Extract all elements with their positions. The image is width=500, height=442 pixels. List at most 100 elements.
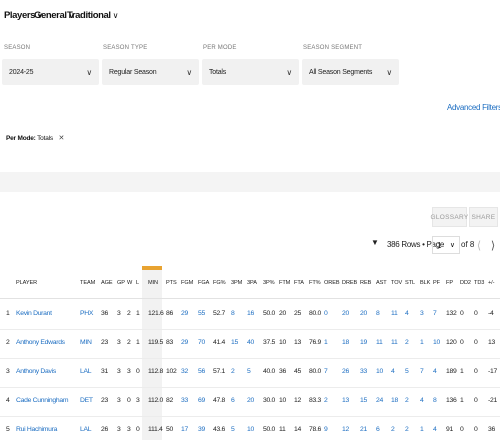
cell-blk[interactable]: 3: [420, 310, 424, 317]
column-header-dd2[interactable]: DD2: [460, 280, 471, 286]
filter-icon[interactable]: ▼: [371, 238, 379, 247]
cell-ast[interactable]: 10: [376, 368, 383, 375]
cell-player[interactable]: Anthony Edwards: [16, 339, 65, 346]
cell-team[interactable]: LAL: [80, 426, 92, 433]
cell-fgm[interactable]: 32: [181, 368, 188, 375]
cell-fgm[interactable]: 29: [181, 310, 188, 317]
column-header-fgm[interactable]: FGM: [181, 280, 193, 286]
cell-fga[interactable]: 70: [198, 339, 205, 346]
column-header-blk[interactable]: BLK: [420, 280, 430, 286]
cell-tov[interactable]: 11: [391, 310, 398, 317]
cell-stl[interactable]: 2: [405, 339, 409, 346]
cell-oreb[interactable]: 1: [324, 339, 328, 346]
cell-3pa[interactable]: 20: [247, 397, 254, 404]
column-header-dreb[interactable]: DREB: [342, 280, 357, 286]
column-header-fp[interactable]: FP: [446, 280, 453, 286]
cell-blk[interactable]: 4: [420, 397, 424, 404]
cell-player[interactable]: Rui Hachimura: [16, 426, 57, 433]
column-header-oreb[interactable]: OREB: [324, 280, 340, 286]
column-header-age[interactable]: AGE: [101, 280, 113, 286]
cell-oreb[interactable]: 9: [324, 426, 328, 433]
column-header-plus-minus[interactable]: +/-: [488, 280, 494, 286]
cell-stl[interactable]: 5: [405, 368, 409, 375]
cell-ast[interactable]: 8: [376, 310, 380, 317]
column-header-team[interactable]: TEAM: [80, 280, 95, 286]
cell-team[interactable]: DET: [80, 397, 93, 404]
cell-tov[interactable]: 11: [391, 339, 398, 346]
cell-3pm[interactable]: 6: [231, 397, 235, 404]
per-mode-select[interactable]: Totals ∨: [202, 59, 299, 85]
cell-3pm[interactable]: 5: [231, 426, 235, 433]
cell-player[interactable]: Cade Cunningham: [16, 397, 68, 404]
cell-team[interactable]: MIN: [80, 339, 92, 346]
cell-reb[interactable]: 33: [360, 368, 367, 375]
cell-3pm[interactable]: 15: [231, 339, 238, 346]
column-header-l[interactable]: L: [136, 280, 139, 286]
season-select[interactable]: 2024-25 ∨: [2, 59, 99, 85]
cell-3pa[interactable]: 16: [247, 310, 254, 317]
cell-oreb[interactable]: 2: [324, 397, 328, 404]
advanced-filters-link[interactable]: Advanced Filters∨: [447, 103, 500, 112]
cell-tov[interactable]: 2: [391, 426, 395, 433]
column-header-fta[interactable]: FTA: [294, 280, 304, 286]
cell-fga[interactable]: 55: [198, 310, 205, 317]
close-icon[interactable]: ✕: [59, 135, 65, 142]
cell-fgm[interactable]: 29: [181, 339, 188, 346]
cell-reb[interactable]: 19: [360, 339, 367, 346]
column-header-3pm[interactable]: 3PM: [231, 280, 242, 286]
column-header-ft-pct[interactable]: FT%: [309, 280, 321, 286]
season-segment-select[interactable]: All Season Segments ∨: [302, 59, 399, 85]
cell-fga[interactable]: 69: [198, 397, 205, 404]
cell-oreb[interactable]: 7: [324, 368, 328, 375]
cell-reb[interactable]: 15: [360, 397, 367, 404]
cell-player[interactable]: Anthony Davis: [16, 368, 56, 375]
cell-ast[interactable]: 6: [376, 426, 380, 433]
season-type-select[interactable]: Regular Season ∨: [102, 59, 199, 85]
page-select[interactable]: 1 ∨: [432, 236, 460, 254]
cell-tov[interactable]: 18: [391, 397, 398, 404]
cell-dreb[interactable]: 12: [342, 426, 349, 433]
cell-fga[interactable]: 56: [198, 368, 205, 375]
cell-pf[interactable]: 4: [433, 368, 437, 375]
cell-3pm[interactable]: 8: [231, 310, 235, 317]
table-row[interactable]: 5 Rui Hachimura LAL 26 3 3 0 111.4 50 17 39 43.6 5 10…: [0, 422, 500, 442]
cell-reb[interactable]: 21: [360, 426, 367, 433]
column-header-stl[interactable]: STL: [405, 280, 415, 286]
cell-3pa[interactable]: 5: [247, 368, 251, 375]
next-page-button[interactable]: ⟩: [486, 236, 500, 254]
cell-tov[interactable]: 4: [391, 368, 395, 375]
cell-3pa[interactable]: 10: [247, 426, 254, 433]
column-header-3p-pct[interactable]: 3P%: [263, 280, 275, 286]
cell-pf[interactable]: 10: [433, 339, 440, 346]
cell-fgm[interactable]: 17: [181, 426, 188, 433]
table-row[interactable]: 2 Anthony Edwards MIN 23 3 2 1 119.5 83 29 70 41.4 1…: [0, 335, 500, 355]
column-header-ast[interactable]: AST: [376, 280, 387, 286]
column-header-fga[interactable]: FGA: [198, 280, 209, 286]
cell-stl[interactable]: 2: [405, 397, 409, 404]
cell-pf[interactable]: 8: [433, 397, 437, 404]
column-header-ftm[interactable]: FTM: [279, 280, 290, 286]
column-header-pf[interactable]: PF: [433, 280, 440, 286]
cell-blk[interactable]: 7: [420, 368, 424, 375]
cell-blk[interactable]: 1: [420, 339, 424, 346]
column-header-min[interactable]: MIN: [148, 280, 158, 286]
traditional-dropdown[interactable]: Traditional ∨: [67, 10, 119, 21]
column-header-pts[interactable]: PTS: [166, 280, 177, 286]
cell-dreb[interactable]: 18: [342, 339, 349, 346]
cell-blk[interactable]: 1: [420, 426, 424, 433]
column-header-w[interactable]: W: [127, 280, 132, 286]
cell-3pa[interactable]: 40: [247, 339, 254, 346]
column-header-tov[interactable]: TOV: [391, 280, 402, 286]
column-header-fg-pct[interactable]: FG%: [213, 280, 226, 286]
column-header-reb[interactable]: REB: [360, 280, 371, 286]
cell-dreb[interactable]: 20: [342, 310, 349, 317]
cell-oreb[interactable]: 0: [324, 310, 328, 317]
column-header-td3[interactable]: TD3: [474, 280, 484, 286]
cell-pf[interactable]: 4: [433, 426, 437, 433]
cell-stl[interactable]: 4: [405, 310, 409, 317]
cell-team[interactable]: LAL: [80, 368, 92, 375]
cell-pf[interactable]: 7: [433, 310, 437, 317]
cell-ast[interactable]: 11: [376, 339, 383, 346]
share-button[interactable]: SHARE: [469, 207, 498, 227]
cell-team[interactable]: PHX: [80, 310, 93, 317]
